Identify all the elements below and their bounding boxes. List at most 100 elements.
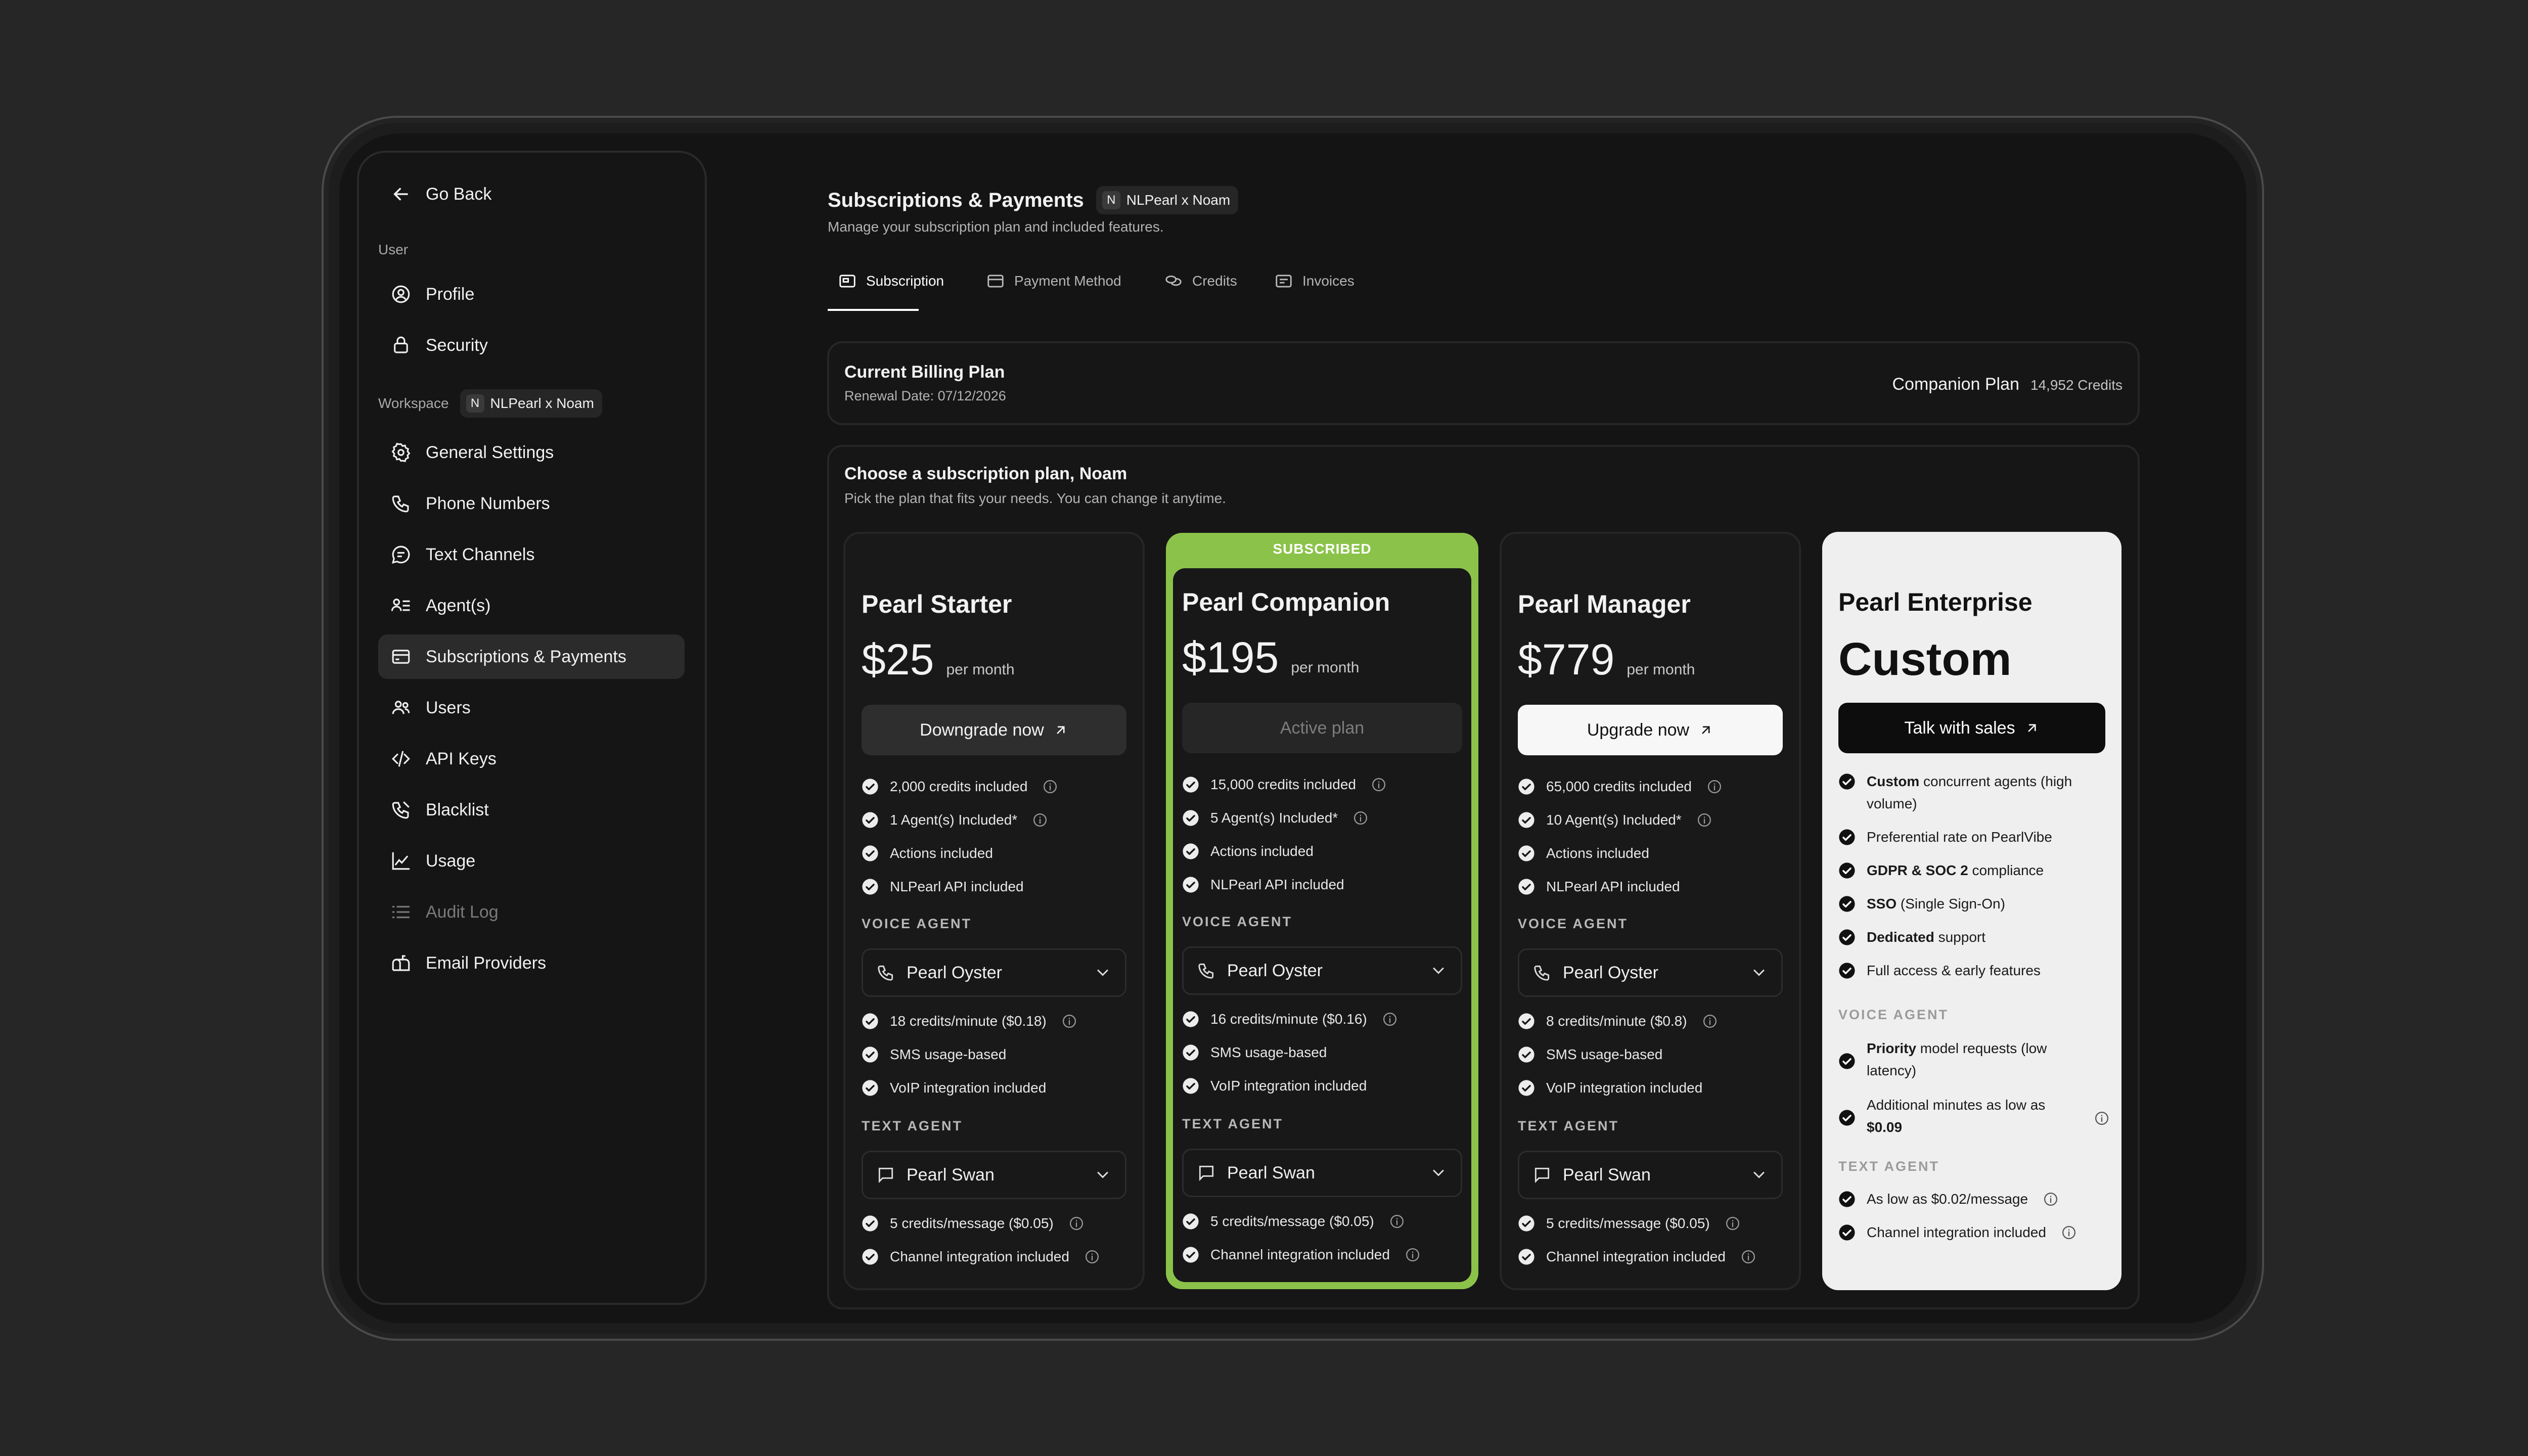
feature-text: As low as $0.02/message (1867, 1191, 2028, 1207)
info-icon[interactable] (1069, 1216, 1084, 1231)
feature-text: 5 credits/message ($0.05) (1546, 1215, 1710, 1231)
tab-subscription[interactable]: Subscription (838, 267, 944, 295)
arrow-up-right-icon (1702, 726, 1710, 734)
info-icon[interactable] (2094, 1111, 2109, 1126)
upgrade-button[interactable]: Upgrade now (1518, 705, 1783, 755)
sidebar-item-general-settings[interactable]: General Settings (378, 430, 685, 475)
feature-text: VoIP integration included (1546, 1080, 1703, 1096)
chevron-down-icon (1097, 1172, 1108, 1178)
sidebar-item-agents[interactable]: Agent(s) (378, 583, 685, 628)
phone-block-icon (392, 801, 410, 819)
check-circle-icon (1839, 929, 1855, 945)
voice-agent-select[interactable]: Pearl Oyster (862, 948, 1126, 997)
feature-rest: support (1934, 929, 1985, 945)
voice-agent-label: VOICE AGENT (862, 916, 972, 931)
tab-payment-method[interactable]: Payment Method (986, 267, 1121, 295)
voice-agent-select[interactable]: Pearl Oyster (1182, 946, 1462, 995)
page-title: Subscriptions & Payments (828, 189, 1084, 211)
check-circle-icon (1183, 1011, 1199, 1027)
info-icon[interactable] (1043, 779, 1058, 794)
workspace-section-label: Workspace (378, 395, 449, 411)
check-circle-icon (1518, 1215, 1534, 1232)
feature-item: Additional minutes as low as $0.09 (1838, 1094, 2109, 1139)
sidebar-item-api-keys[interactable]: API Keys (378, 737, 685, 781)
info-icon[interactable] (1382, 1012, 1397, 1027)
info-icon[interactable] (1707, 779, 1722, 794)
select-value: Pearl Swan (1227, 1163, 1315, 1182)
plan-price: $779 per month (1518, 635, 1695, 685)
feature-text: Custom concurrent agents (high volume) (1867, 770, 2109, 815)
button-label: Upgrade now (1587, 720, 1690, 740)
sidebar-item-phone-numbers[interactable]: Phone Numbers (378, 481, 685, 526)
feature-item: SSO (Single Sign-On) (1838, 893, 2109, 915)
phone-icon (878, 965, 893, 981)
info-icon[interactable] (2061, 1225, 2076, 1240)
info-icon[interactable] (1697, 812, 1712, 828)
info-icon[interactable] (1371, 777, 1386, 792)
feature-item: 5 credits/message ($0.05) (862, 1212, 1131, 1235)
info-icon[interactable] (1353, 810, 1368, 826)
feature-item: Channel integration included (862, 1246, 1131, 1268)
code-icon (392, 751, 410, 767)
voice-agent-select[interactable]: Pearl Oyster (1518, 948, 1783, 997)
info-icon[interactable] (1405, 1247, 1420, 1262)
sidebar-item-subscriptions[interactable]: Subscriptions & Payments (378, 634, 685, 679)
downgrade-button[interactable]: Downgrade now (862, 705, 1126, 755)
check-circle-icon (1839, 1191, 1855, 1207)
check-circle-icon (862, 845, 878, 861)
feature-text: 8 credits/minute ($0.8) (1546, 1013, 1687, 1029)
tab-invoices[interactable]: Invoices (1274, 267, 1355, 295)
sidebar-item-users[interactable]: Users (378, 686, 685, 730)
feature-item: VoIP integration included (862, 1077, 1131, 1099)
workspace-badge: N NLPearl x Noam (1096, 186, 1239, 214)
message-icon (878, 1167, 893, 1184)
sidebar-item-security[interactable]: Security (378, 323, 685, 368)
info-icon[interactable] (1085, 1249, 1100, 1264)
feature-text: Priority model requests (low latency) (1867, 1037, 2079, 1082)
feature-item: 18 credits/minute ($0.18) (862, 1010, 1131, 1032)
sidebar-item-email-providers[interactable]: Email Providers (378, 941, 685, 985)
feature-text: Actions included (890, 845, 993, 861)
sidebar-item-audit-log[interactable]: Audit Log (378, 890, 685, 934)
feature-text: 65,000 credits included (1546, 779, 1692, 794)
feature-item: NLPearl API included (1518, 876, 1787, 898)
sidebar-item-label: Audit Log (426, 902, 499, 922)
check-circle-icon (1183, 810, 1199, 826)
text-agent-select[interactable]: Pearl Swan (862, 1151, 1126, 1199)
text-agent-select[interactable]: Pearl Swan (1518, 1151, 1783, 1199)
sidebar-item-usage[interactable]: Usage (378, 839, 685, 883)
check-circle-icon (1518, 845, 1534, 861)
price-amount: Custom (1838, 633, 2012, 685)
info-icon[interactable] (1741, 1249, 1756, 1264)
feature-text: NLPearl API included (1546, 879, 1680, 894)
info-icon[interactable] (1725, 1216, 1740, 1231)
info-icon[interactable] (1389, 1214, 1405, 1229)
info-icon[interactable] (1702, 1014, 1718, 1029)
check-circle-icon (1518, 1080, 1534, 1096)
sidebar-item-blacklist[interactable]: Blacklist (378, 788, 685, 832)
info-icon[interactable] (1062, 1014, 1077, 1029)
info-icon[interactable] (1032, 812, 1048, 828)
info-icon[interactable] (2043, 1192, 2058, 1207)
check-circle-icon (1183, 777, 1199, 793)
choose-subtitle: Pick the plan that fits your needs. You … (844, 490, 1226, 506)
current-billing-panel: Current Billing Plan Renewal Date: 07/12… (827, 341, 2140, 425)
sidebar-item-text-channels[interactable]: Text Channels (378, 532, 685, 577)
sidebar-item-label: Subscriptions & Payments (426, 647, 626, 666)
tab-credits[interactable]: Credits (1164, 267, 1237, 295)
credits-balance: 14,952 Credits (2030, 377, 2123, 393)
price-period: per month (946, 661, 1015, 678)
feature-text: 16 credits/minute ($0.16) (1210, 1011, 1367, 1027)
sidebar-item-label: Profile (426, 284, 475, 304)
voice-agent-label: VOICE AGENT (1518, 916, 1629, 931)
sidebar-item-profile[interactable]: Profile (378, 272, 685, 316)
feature-item: 8 credits/minute ($0.8) (1518, 1010, 1787, 1032)
button-label: Downgrade now (920, 720, 1044, 740)
talk-with-sales-button[interactable]: Talk with sales (1838, 703, 2105, 753)
workspace-initial: N (466, 394, 484, 413)
check-circle-icon (1839, 1053, 1855, 1069)
feature-highlight: Priority (1867, 1040, 1917, 1056)
check-circle-icon (1183, 1247, 1199, 1263)
go-back-button[interactable]: Go Back (378, 172, 685, 216)
text-agent-select[interactable]: Pearl Swan (1182, 1149, 1462, 1197)
